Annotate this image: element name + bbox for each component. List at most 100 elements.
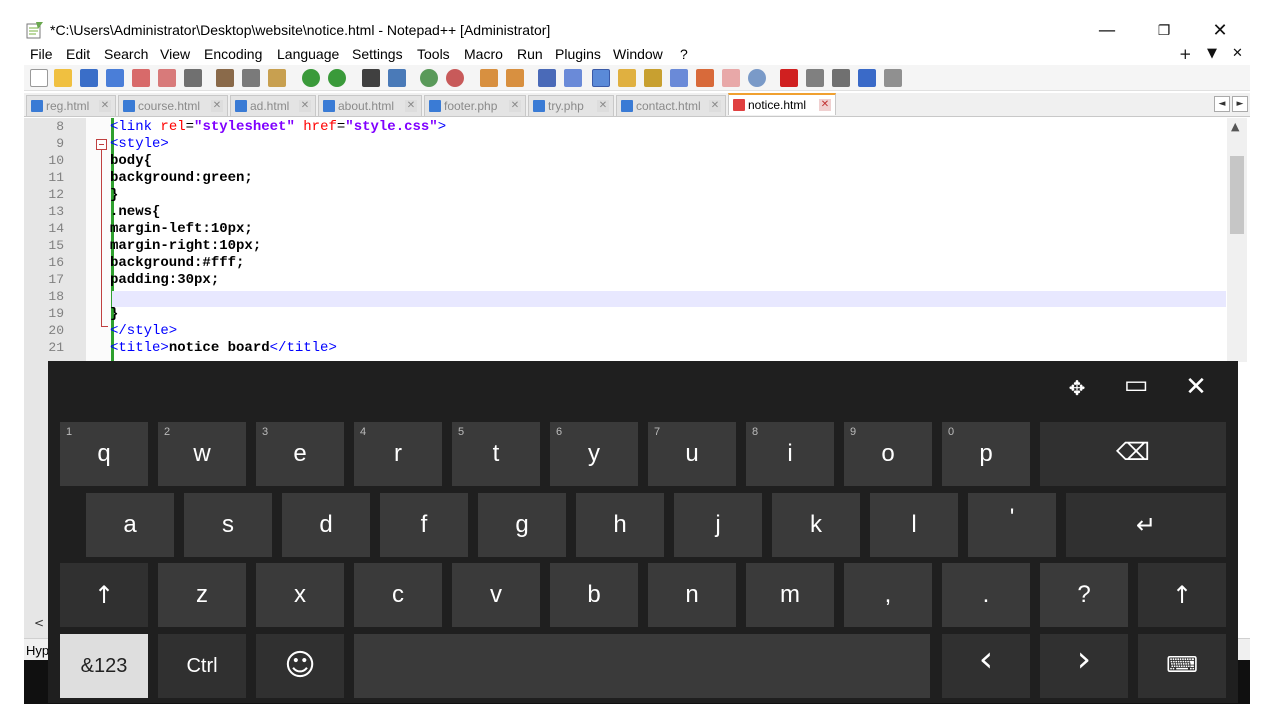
tab-close-icon[interactable]: ✕ [299, 100, 311, 112]
menu-file[interactable]: File [30, 46, 53, 62]
tab-try-php[interactable]: try.php ✕ [528, 95, 614, 116]
tab-close-icon[interactable]: ✕ [709, 100, 721, 112]
fold-collapse-icon[interactable] [96, 139, 107, 150]
save-all-icon[interactable] [106, 69, 124, 87]
key-l[interactable]: l [870, 493, 958, 557]
key-q[interactable]: 1q [60, 422, 148, 486]
menu-edit[interactable]: Edit [66, 46, 90, 62]
key-comma[interactable]: , [844, 563, 932, 627]
cut-icon[interactable] [216, 69, 234, 87]
key-arrow-right[interactable]: › [1040, 634, 1128, 698]
word-wrap-icon[interactable] [538, 69, 556, 87]
indent-guide-icon[interactable] [592, 69, 610, 87]
key-k[interactable]: k [772, 493, 860, 557]
key-emoji[interactable]: ☺ [256, 634, 344, 698]
new-file-icon[interactable] [30, 69, 48, 87]
play-macro-icon[interactable] [832, 69, 850, 87]
key-s[interactable]: s [184, 493, 272, 557]
key-y[interactable]: 6y [550, 422, 638, 486]
tab-close-icon[interactable]: ✕ [405, 100, 417, 112]
key-d[interactable]: d [282, 493, 370, 557]
save-icon[interactable] [80, 69, 98, 87]
menu-tools[interactable]: Tools [417, 46, 450, 62]
close-button[interactable]: ✕ [1206, 18, 1234, 44]
tab-about-html[interactable]: about.html ✕ [318, 95, 422, 116]
close-all-icon[interactable] [158, 69, 176, 87]
close-keyboard-icon[interactable]: ✕ [1178, 372, 1214, 402]
key-period[interactable]: . [942, 563, 1030, 627]
close-file-icon[interactable] [132, 69, 150, 87]
key-z[interactable]: z [158, 563, 246, 627]
key-g[interactable]: g [478, 493, 566, 557]
paste-icon[interactable] [268, 69, 286, 87]
key-keyboard-switch[interactable]: ⌨ [1138, 634, 1226, 698]
key-x[interactable]: x [256, 563, 344, 627]
redo-icon[interactable] [328, 69, 346, 87]
scrollbar-thumb[interactable] [1230, 156, 1244, 234]
key-backspace[interactable]: ⌫ [1040, 422, 1226, 486]
menu-macro[interactable]: Macro [464, 46, 503, 62]
menu-help[interactable]: ? [680, 46, 688, 62]
key-symbols[interactable]: &123 [60, 634, 148, 698]
zoom-in-icon[interactable] [420, 69, 438, 87]
key-shift-left[interactable]: ↑ [60, 563, 148, 627]
key-u[interactable]: 7u [648, 422, 736, 486]
key-apostrophe[interactable]: ' [968, 493, 1056, 557]
new-tab-plus-icon[interactable]: + [1179, 45, 1192, 63]
copy-icon[interactable] [242, 69, 260, 87]
monitoring-icon[interactable] [748, 69, 766, 87]
open-file-icon[interactable] [54, 69, 72, 87]
menu-view[interactable]: View [160, 46, 190, 62]
tab-close-icon[interactable]: ✕ [99, 100, 111, 112]
restore-button[interactable]: ❐ [1150, 18, 1178, 44]
key-b[interactable]: b [550, 563, 638, 627]
key-n[interactable]: n [648, 563, 736, 627]
tab-scroll-right-icon[interactable]: ► [1232, 96, 1248, 112]
key-i[interactable]: 8i [746, 422, 834, 486]
tab-scroll-left-icon[interactable]: ◄ [1214, 96, 1230, 112]
move-keyboard-icon[interactable]: ✥ [1059, 373, 1095, 403]
menu-search[interactable]: Search [104, 46, 148, 62]
save-macro-icon[interactable] [884, 69, 902, 87]
run-macro-multiple-icon[interactable] [858, 69, 876, 87]
scroll-up-icon[interactable]: ▲ [1231, 120, 1239, 133]
tab-reg-html[interactable]: reg.html ✕ [26, 95, 116, 116]
key-o[interactable]: 9o [844, 422, 932, 486]
print-icon[interactable] [184, 69, 202, 87]
tab-ad-html[interactable]: ad.html ✕ [230, 95, 316, 116]
key-shift-right[interactable]: ↑ [1138, 563, 1226, 627]
key-arrow-left[interactable]: ‹ [942, 634, 1030, 698]
scroll-left-icon[interactable]: < [34, 616, 44, 630]
tab-notice-html[interactable]: notice.html ✕ [728, 93, 836, 115]
key-r[interactable]: 4r [354, 422, 442, 486]
key-j[interactable]: j [674, 493, 762, 557]
tab-list-dropdown-icon[interactable]: ▼ [1207, 46, 1217, 61]
zoom-out-icon[interactable] [446, 69, 464, 87]
close-document-icon[interactable]: ✕ [1232, 46, 1243, 61]
record-macro-icon[interactable] [780, 69, 798, 87]
folder-as-workspace-icon[interactable] [618, 69, 636, 87]
key-t[interactable]: 5t [452, 422, 540, 486]
tab-close-icon[interactable]: ✕ [211, 100, 223, 112]
key-v[interactable]: v [452, 563, 540, 627]
key-ctrl[interactable]: Ctrl [158, 634, 246, 698]
key-enter[interactable]: ↵ [1066, 493, 1226, 557]
key-f[interactable]: f [380, 493, 468, 557]
key-c[interactable]: c [354, 563, 442, 627]
menu-language[interactable]: Language [277, 46, 339, 62]
key-m[interactable]: m [746, 563, 834, 627]
find-icon[interactable] [362, 69, 380, 87]
key-a[interactable]: a [86, 493, 174, 557]
dock-keyboard-icon[interactable]: ▭ [1118, 370, 1154, 400]
minimize-button[interactable]: — [1093, 18, 1121, 44]
sync-horizontal-icon[interactable] [506, 69, 524, 87]
tab-close-icon[interactable]: ✕ [819, 99, 831, 111]
tab-contact-html[interactable]: contact.html ✕ [616, 95, 726, 116]
replace-icon[interactable] [388, 69, 406, 87]
key-space[interactable] [354, 634, 930, 698]
menu-settings[interactable]: Settings [352, 46, 403, 62]
key-e[interactable]: 3e [256, 422, 344, 486]
tab-course-html[interactable]: course.html ✕ [118, 95, 228, 116]
key-question[interactable]: ? [1040, 563, 1128, 627]
menu-plugins[interactable]: Plugins [555, 46, 601, 62]
